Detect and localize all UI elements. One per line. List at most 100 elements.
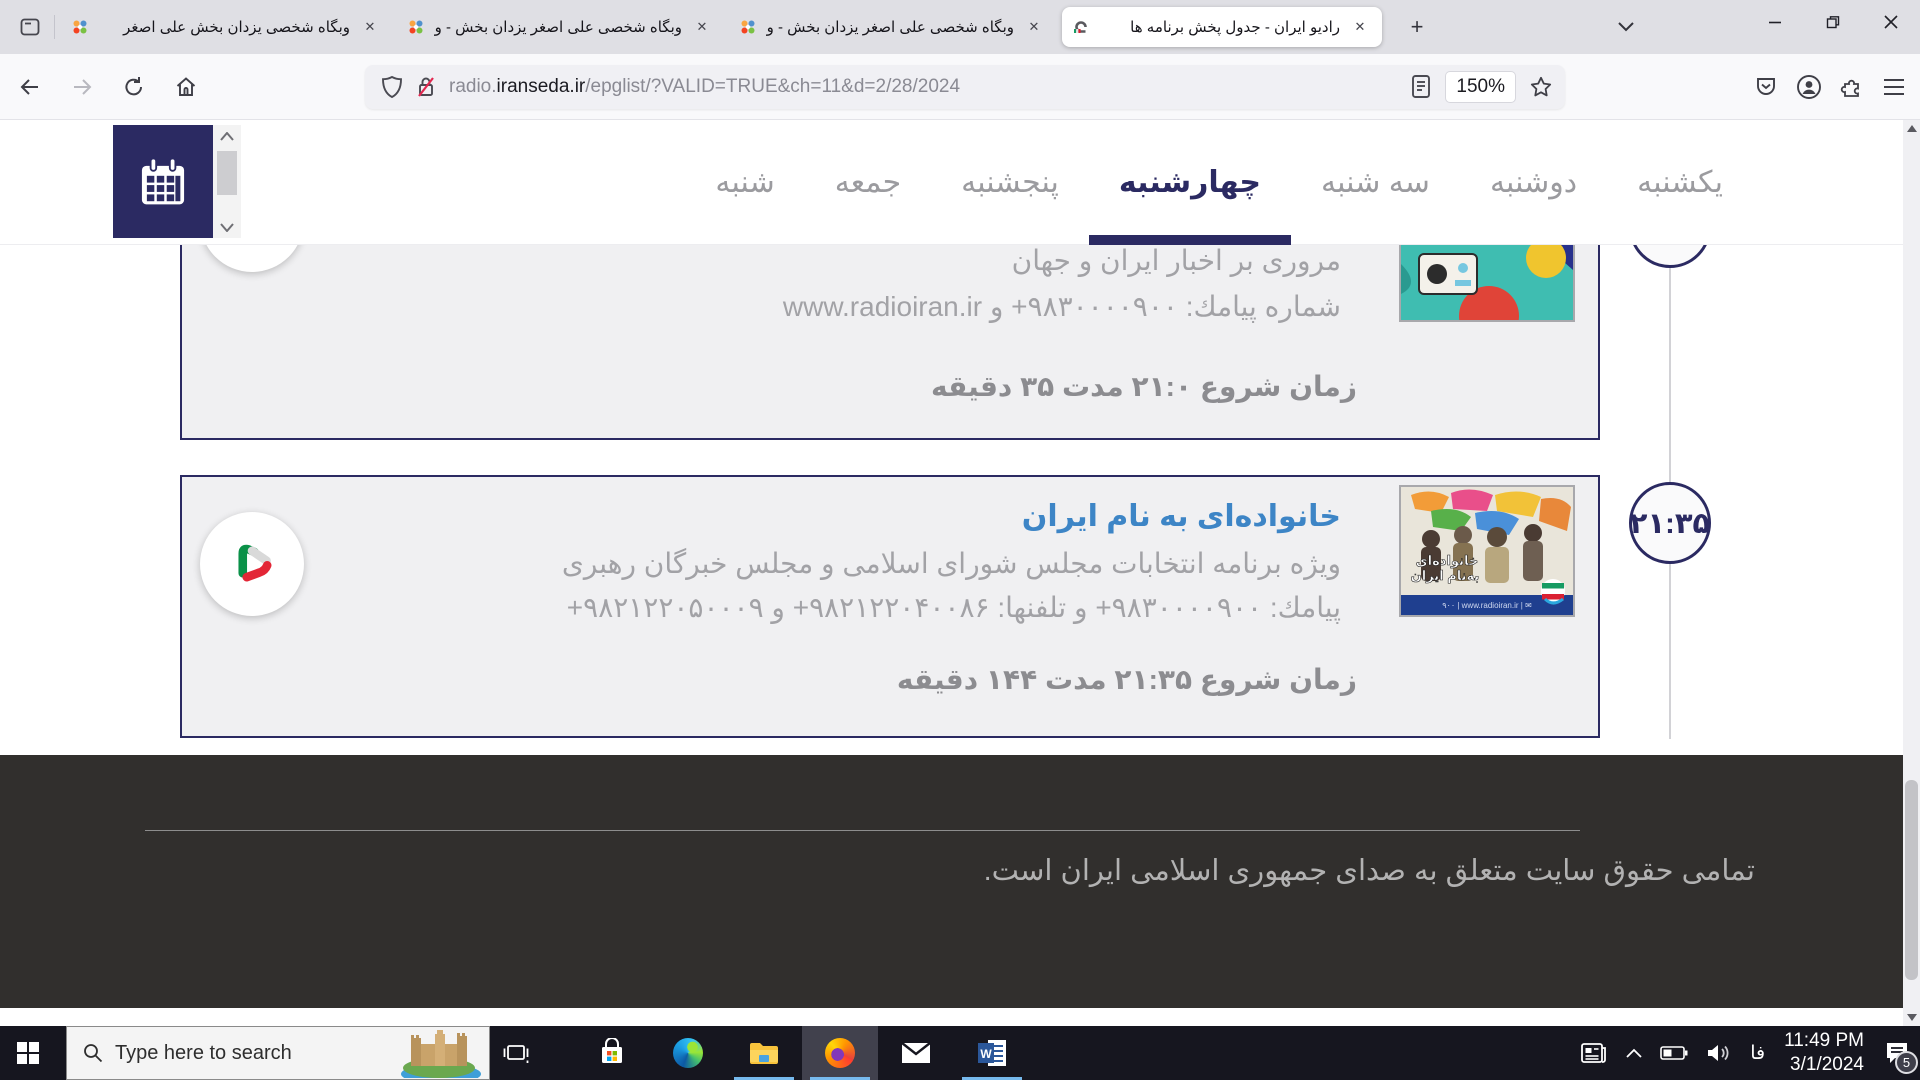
tracking-shield-icon[interactable] xyxy=(381,75,403,99)
joomla-favicon xyxy=(72,19,88,35)
battery-icon[interactable] xyxy=(1651,1026,1697,1080)
taskbar-app-edge[interactable] xyxy=(650,1026,726,1080)
tab-active[interactable]: رادیو ایران - جدول پخش برنامه ها ✕ xyxy=(1062,7,1382,47)
program-contact: پیامك: ‪+۹۸۳۰۰۰۰۹۰۰‬ و تلفنها: ‪+۹۸۲۱۲۲۰… xyxy=(567,591,1341,624)
pocket-icon[interactable] xyxy=(1754,75,1778,99)
close-tab-icon[interactable]: ✕ xyxy=(1348,15,1372,39)
tab-title: وبگاه شخصی یزدان بخش علی اصغر xyxy=(96,18,350,36)
scroll-up-icon[interactable] xyxy=(1903,120,1920,137)
program-description: مروری بر اخبار ایران و جهان xyxy=(1012,244,1341,277)
day-tab-saturday[interactable]: شنبه xyxy=(685,120,804,245)
tab-separator xyxy=(54,15,55,39)
day-tab-monday[interactable]: دوشنبه xyxy=(1460,120,1607,245)
window-close-button[interactable] xyxy=(1862,0,1920,44)
notification-count-badge: 5 xyxy=(1895,1051,1918,1074)
scroll-down-icon[interactable] xyxy=(1903,1009,1920,1026)
extensions-puzzle-icon[interactable] xyxy=(1840,75,1864,99)
file-explorer-icon xyxy=(748,1038,780,1068)
day-tab-thursday[interactable]: پنجشنبه xyxy=(931,120,1089,245)
tab-3[interactable]: وبگاه شخصی علی اصغر یزدان بخش - و ✕ xyxy=(730,7,1056,47)
time-badge: ۲۱:۳۵ xyxy=(1629,482,1711,564)
tray-expand-chevron-icon[interactable] xyxy=(1617,1026,1651,1080)
zoom-level-button[interactable]: 150% xyxy=(1446,72,1515,102)
tab-title: رادیو ایران - جدول پخش برنامه ها xyxy=(1098,18,1340,36)
day-tab-wednesday-active[interactable]: چهارشنبه xyxy=(1089,120,1291,245)
program-contact: شماره پیامك: ‪+۹۸۳۰۰۰۰۹۰۰‬ و www.radioir… xyxy=(783,290,1341,323)
taskbar-clock[interactable]: 11:49 PM 3/1/2024 xyxy=(1774,1029,1874,1077)
word-icon: W xyxy=(976,1038,1008,1068)
scroll-up-icon[interactable] xyxy=(213,125,241,147)
taskbar-app-file-explorer[interactable] xyxy=(726,1026,802,1080)
tab-overflow-chevron-icon[interactable] xyxy=(1608,10,1644,44)
tab-1[interactable]: وبگاه شخصی یزدان بخش علی اصغر ✕ xyxy=(62,7,392,47)
clock-date: 3/1/2024 xyxy=(1784,1053,1864,1077)
day-tab-sunday[interactable]: یکشنبه xyxy=(1607,120,1753,245)
tab-bar: وبگاه شخصی یزدان بخش علی اصغر ✕ وبگاه شخ… xyxy=(0,0,1920,54)
tab-2[interactable]: وبگاه شخصی علی اصغر یزدان بخش - و ✕ xyxy=(398,7,724,47)
calendar-icon xyxy=(132,151,194,213)
edge-icon xyxy=(673,1038,703,1068)
search-icon xyxy=(83,1043,103,1063)
task-view-button[interactable] xyxy=(490,1026,542,1080)
search-highlight-castle-image[interactable] xyxy=(391,1028,487,1078)
taskbar-search[interactable] xyxy=(66,1026,490,1080)
close-tab-icon[interactable]: ✕ xyxy=(358,15,382,39)
keyboard-language-indicator[interactable]: فا xyxy=(1741,1026,1774,1080)
footer-divider xyxy=(145,830,1580,831)
menu-hamburger-icon[interactable] xyxy=(1882,77,1906,97)
search-input[interactable] xyxy=(115,1042,375,1065)
back-icon[interactable] xyxy=(8,65,52,109)
window-restore-button[interactable] xyxy=(1804,0,1862,44)
news-widget-icon[interactable] xyxy=(1571,1026,1617,1080)
taskbar-app-store[interactable] xyxy=(574,1026,650,1080)
program-card: خانواده‌ای به نام ایران ویژه برنامه انتخ… xyxy=(180,475,1600,738)
insecure-lock-icon[interactable] xyxy=(415,75,437,99)
clock-time: 11:49 PM xyxy=(1784,1029,1864,1053)
scrollbar-thumb[interactable] xyxy=(1905,780,1918,980)
program-title[interactable]: خانواده‌ای به نام ایران xyxy=(1022,499,1341,534)
scroll-down-icon[interactable] xyxy=(213,216,241,238)
reload-icon[interactable] xyxy=(112,65,156,109)
day-tab-tuesday[interactable]: سه شنبه xyxy=(1291,120,1460,245)
reader-mode-icon[interactable] xyxy=(1410,74,1432,100)
close-tab-icon[interactable]: ✕ xyxy=(690,15,714,39)
microsoft-store-icon xyxy=(597,1038,627,1068)
svg-text:W: W xyxy=(980,1047,992,1061)
volume-icon[interactable] xyxy=(1697,1026,1741,1080)
tab-title: وبگاه شخصی علی اصغر یزدان بخش - و xyxy=(764,18,1014,36)
svg-text:خانواده‌ای: خانواده‌ای xyxy=(1416,553,1478,568)
url-bar[interactable]: radio.iranseda.ir/epglist/?VALID=TRUE&ch… xyxy=(365,65,1565,109)
program-schedule: زمان شروع ۲۱:۳۵ مدت ۱۴۴ دقیقه xyxy=(897,663,1357,696)
joomla-favicon xyxy=(408,19,424,35)
tab-title: وبگاه شخصی علی اصغر یزدان بخش - و xyxy=(432,18,682,36)
calendar-picker-button[interactable] xyxy=(113,125,213,238)
page-viewport: ۲۱:۰ ۲۱:۳۵ مروری بر اخبار ایران و جهان ش… xyxy=(0,120,1920,1026)
taskbar-app-word[interactable]: W xyxy=(954,1026,1030,1080)
day-tab-friday[interactable]: جمعه xyxy=(805,120,931,245)
close-tab-icon[interactable]: ✕ xyxy=(1022,15,1046,39)
calendar-scrollbar[interactable] xyxy=(213,125,241,238)
browser-scrollbar[interactable] xyxy=(1903,120,1920,1026)
navigation-toolbar: radio.iranseda.ir/epglist/?VALID=TRUE&ch… xyxy=(0,54,1920,120)
program-schedule: زمان شروع ۲۱:۰ مدت ۳۵ دقیقه xyxy=(931,370,1357,403)
windows-logo-icon xyxy=(17,1042,39,1064)
bookmark-star-icon[interactable] xyxy=(1529,75,1553,99)
window-minimize-button[interactable] xyxy=(1746,0,1804,44)
scrollbar-thumb[interactable] xyxy=(217,151,237,195)
weekday-tabs: یکشنبه دوشنبه سه شنبه چهارشنبه پنجشنبه ج… xyxy=(685,120,1753,245)
start-button[interactable] xyxy=(0,1026,56,1080)
mail-icon xyxy=(900,1040,932,1066)
action-center-button[interactable]: 5 xyxy=(1874,1026,1920,1080)
taskbar-app-firefox[interactable] xyxy=(802,1026,878,1080)
list-all-tabs-icon[interactable] xyxy=(10,8,50,46)
windows-taskbar: W فا 11:49 PM 3/1/2024 5 xyxy=(0,1026,1920,1080)
task-view-icon xyxy=(503,1040,529,1066)
taskbar-app-mail[interactable] xyxy=(878,1026,954,1080)
home-icon[interactable] xyxy=(164,65,208,109)
play-button[interactable] xyxy=(200,512,304,616)
new-tab-button[interactable]: + xyxy=(1399,9,1435,45)
joomla-favicon xyxy=(740,19,756,35)
svg-text:به‌نام ایران: به‌نام ایران xyxy=(1411,568,1480,584)
account-icon[interactable] xyxy=(1796,74,1822,100)
forward-icon[interactable] xyxy=(60,65,104,109)
